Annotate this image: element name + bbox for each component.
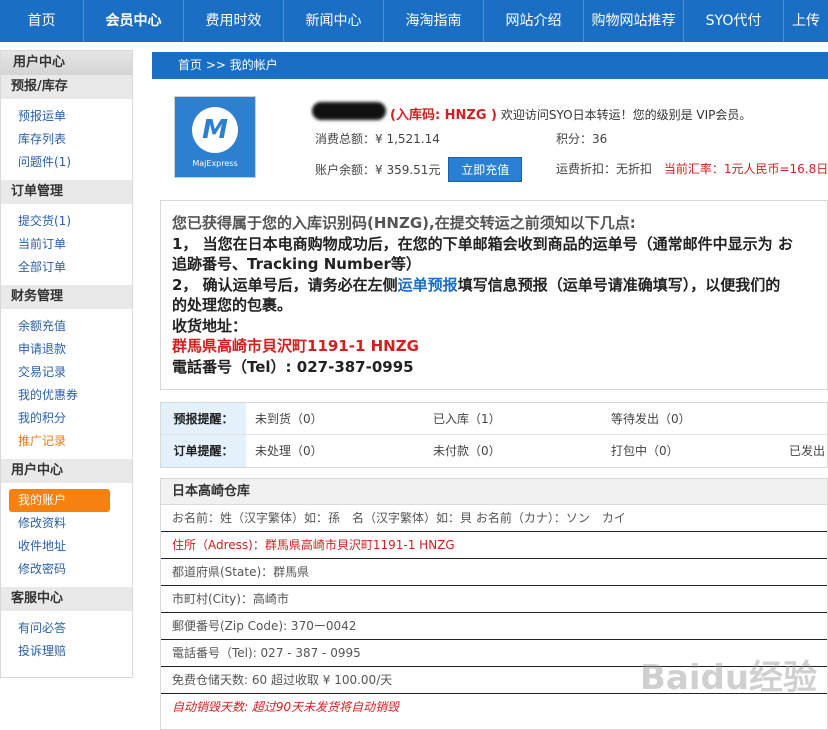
notice-line-2: 1， 当您在日本电商购物成功后，在您的下单邮箱会收到商品的运单号（通常邮件中显示… [172,234,793,253]
notice-line-1: 您已获得属于您的入库识别码(HNZG),在提交转运之前须知以下几点: [172,214,636,232]
forecast-waybill-link[interactable]: 运单预报 [398,276,458,294]
redacted-username [312,102,386,120]
notice-line-6: 收货地址： [172,316,248,335]
discount-rate-row: 运费折扣：无折扣 当前汇率：1元人民币=16.8日 [556,160,828,177]
exchange-rate: 当前汇率：1元人民币=16.8日 [663,162,828,176]
receiving-address: 群馬県高崎市貝沢町1191-1 HNZG [172,337,419,355]
forecast-reminder-label: 预报提醒： [161,403,246,434]
sidebar-item-edit-profile[interactable]: 修改资料 [1,512,132,535]
nav-guide[interactable]: 海淘指南 [384,0,484,42]
breadcrumb: 首页 >> 我的帐户 [152,52,828,79]
welcome-text: 欢迎访问SYO日本转运！您的级别是 VIP会员。 [500,108,752,122]
points: 积分：36 [556,132,608,146]
sidebar-item-change-password[interactable]: 修改密码 [1,558,132,581]
unprocessed-count[interactable]: 未处理（0） [246,435,424,467]
forecast-reminder-row: 预报提醒： 未到货（0） 已入库（1） 等待发出（0） [161,403,827,435]
sidebar-item-current-orders[interactable]: 当前订单 [1,233,132,256]
nav-about[interactable]: 网站介绍 [484,0,584,42]
top-nav: 首页 会员中心 费用时效 新闻中心 海淘指南 网站介绍 购物网站推荐 SYO代付… [0,0,828,42]
phone-number: 電話番号（Tel）: 027-387-0995 [172,357,414,376]
sidebar-heading-user: 用户中心 [1,459,132,483]
sidebar-heading-forecast: 预报/库存 [1,75,132,99]
nav-member-center[interactable]: 会员中心 [84,0,184,42]
sidebar-heading-support: 客服中心 [1,587,132,611]
not-arrived-count[interactable]: 未到货（0） [246,403,424,434]
notice-line-4-a: 2， 确认运单号后，请务必在左侧 [172,275,398,294]
total-spent: 消费总额：¥ 1,521.14 [315,132,440,146]
shipping-discount: 运费折扣：无折扣 [556,162,653,176]
warehouse-zip-line: 郵便番号(Zip Code): 370ー0042 [161,613,827,640]
sidebar-item-faq[interactable]: 有问必答 [1,617,132,640]
notice-line-5: 的处理您的包裹。 [172,296,293,314]
shipped-count[interactable]: 已发出 [780,435,825,467]
sidebar-item-complaints[interactable]: 投诉理赔 [1,640,132,663]
balance: 账户余额：¥ 359.51元 [315,163,441,177]
warehouse-city-line: 市町村(City)：高崎市 [161,586,827,613]
account-welcome-line: (入库码: HNZG ) 欢迎访问SYO日本转运！您的级别是 VIP会员。 [390,104,751,123]
notice-line-4-b: 填写信息预报（运单号请准确填写），以便我们的 [457,275,781,294]
logo-text: MajExpress [192,158,238,168]
baidu-watermark: Baidu经验 [640,658,818,698]
sidebar-item-referrals[interactable]: 推广记录 [1,430,132,453]
sidebar-item-problem-items[interactable]: 问题件(1) [1,151,132,174]
logo-mark-icon: M [192,106,238,153]
sidebar-item-addresses[interactable]: 收件地址 [1,535,132,558]
packing-count[interactable]: 打包中（0） [602,435,780,467]
recharge-button[interactable]: 立即充值 [448,157,523,182]
nav-news[interactable]: 新闻中心 [284,0,384,42]
nav-upload[interactable]: 上传 [784,0,828,42]
nav-fees[interactable]: 费用时效 [184,0,284,42]
sidebar-item-forecast-waybill[interactable]: 预报运单 [1,105,132,128]
warehouse-address-line: 住所（Adress)：群馬県高崎市貝沢町1191-1 HNZG [161,532,827,559]
notice-line-4: 2， 确认运单号后，请务必在左侧运单预报填写信息预报（运单号请准确填写），以便我… [172,275,827,296]
sidebar-item-submit-shipping[interactable]: 提交货(1) [1,210,132,233]
sidebar-item-recharge[interactable]: 余额充值 [1,315,132,338]
order-reminder-row: 订单提醒： 未处理（0） 未付款（0） 打包中（0） 已发出 [161,435,827,467]
sidebar-heading-orders: 订单管理 [1,180,132,204]
warehouse-title: 日本高崎仓库 [161,479,827,505]
sidebar-title: 用户中心 [1,51,132,75]
reminders-table: 预报提醒： 未到货（0） 已入库（1） 等待发出（0） 订单提醒： 未处理（0）… [160,402,828,468]
notice-line-3: 追跡番号、Tracking Number等） [172,255,421,273]
notice-box: 您已获得属于您的入库识别码(HNZG),在提交转运之前须知以下几点: 1， 当您… [160,200,828,390]
order-reminder-label: 订单提醒： [161,435,246,467]
nav-shopping-sites[interactable]: 购物网站推荐 [584,0,684,42]
sidebar: 用户中心 预报/库存 预报运单 库存列表 问题件(1) 订单管理 提交货(1) … [0,50,133,678]
sidebar-item-my-account[interactable]: 我的账户 [9,489,110,512]
awaiting-shipment-count[interactable]: 等待发出（0） [602,403,780,434]
main-content: 首页 >> 我的帐户 [152,52,828,79]
sidebar-item-all-orders[interactable]: 全部订单 [1,256,132,279]
unpaid-count[interactable]: 未付款（0） [424,435,602,467]
warehouse-name-line: お名前：姓（汉字繁体）如：孫 名（汉字繁体）如：貝 お名前（カナ）：ソン カイ [161,505,827,532]
sidebar-item-coupons[interactable]: 我的优惠券 [1,384,132,407]
sidebar-item-inventory-list[interactable]: 库存列表 [1,128,132,151]
company-logo: M MajExpress [174,96,256,178]
sidebar-item-refund[interactable]: 申请退款 [1,338,132,361]
sidebar-item-transactions[interactable]: 交易记录 [1,361,132,384]
balance-row: 账户余额：¥ 359.51元 立即充值 [315,157,523,182]
nav-syo-pay[interactable]: SYO代付 [684,0,784,42]
nav-home[interactable]: 首页 [0,0,84,42]
sidebar-heading-finance: 财务管理 [1,285,132,309]
in-stock-count[interactable]: 已入库（1） [424,403,602,434]
warehouse-state-line: 都道府県(State)：群馬県 [161,559,827,586]
sidebar-item-points[interactable]: 我的积分 [1,407,132,430]
warehouse-code: (入库码: HNZG ) [390,108,497,123]
